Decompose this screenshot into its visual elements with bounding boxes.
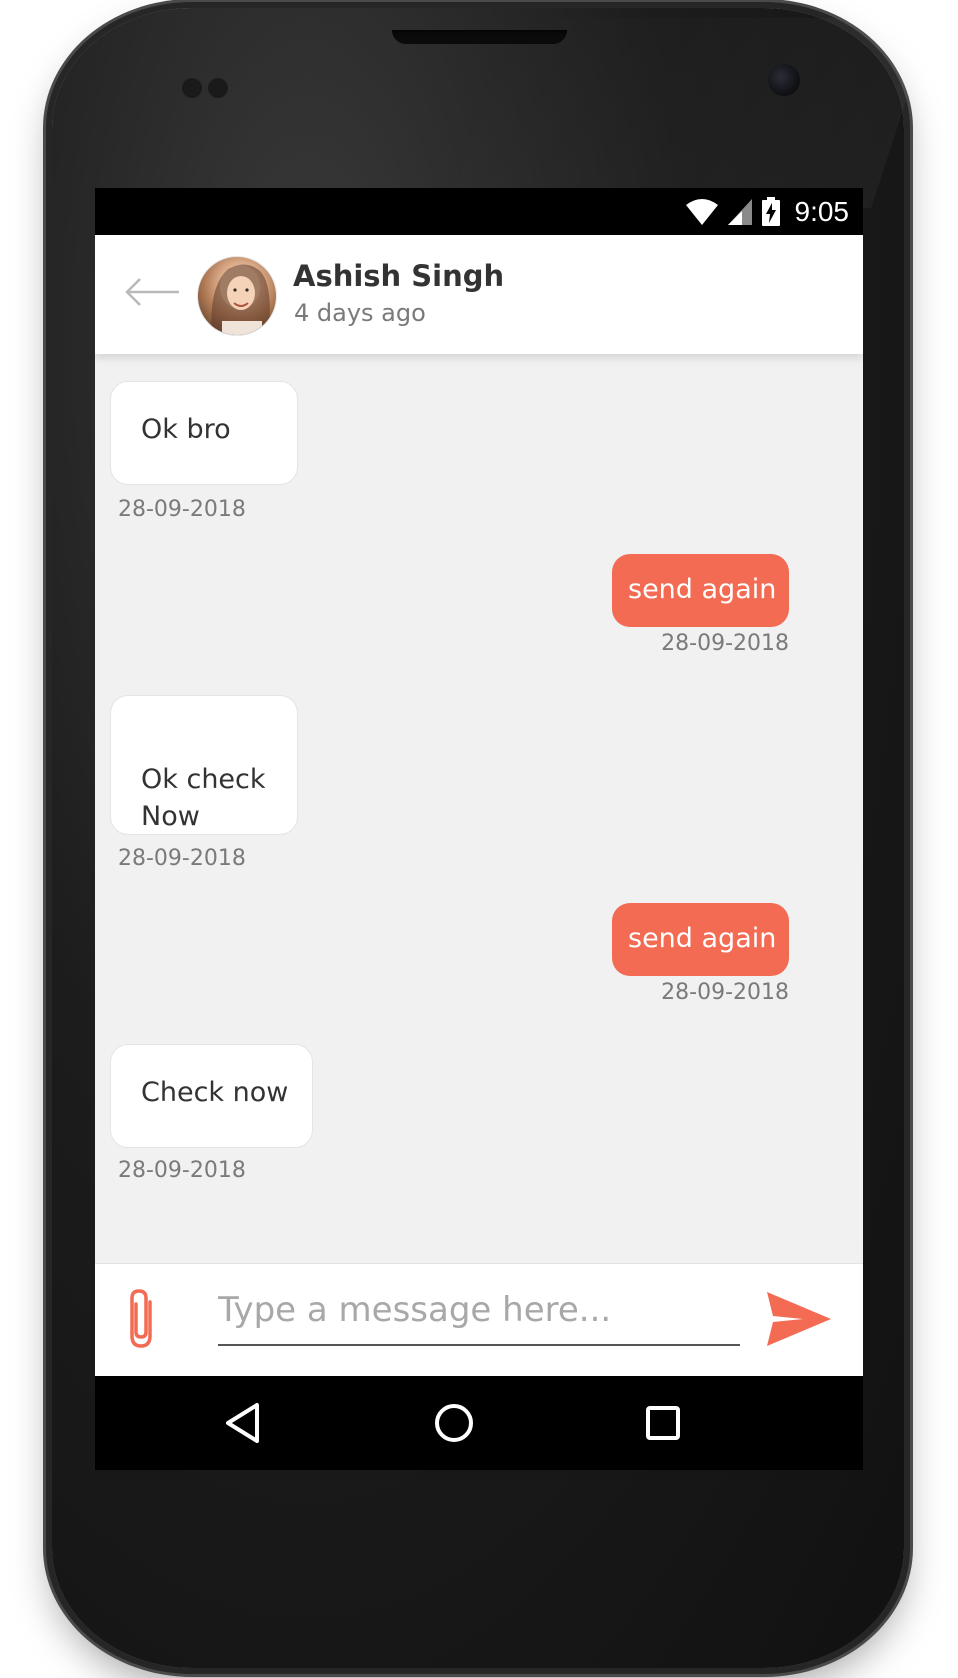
message-date: 28-09-2018 bbox=[118, 846, 246, 871]
message-date: 28-09-2018 bbox=[661, 631, 789, 656]
message-date: 28-09-2018 bbox=[118, 497, 246, 522]
battery-charging-icon bbox=[761, 197, 780, 226]
incoming-message-bubble[interactable]: Ok bro bbox=[110, 381, 298, 485]
message-text: send again bbox=[628, 923, 777, 954]
message-text: Check now bbox=[141, 1077, 289, 1108]
message-date: 28-09-2018 bbox=[661, 980, 789, 1005]
cell-signal-icon bbox=[727, 199, 752, 225]
message-date: 28-09-2018 bbox=[118, 1158, 246, 1183]
message-text: Ok bro bbox=[141, 414, 231, 445]
status-time: 9:05 bbox=[794, 196, 850, 227]
message-composer bbox=[95, 1263, 863, 1376]
nav-back-button[interactable] bbox=[219, 1398, 269, 1448]
status-bar: 9:05 bbox=[95, 188, 863, 235]
chat-header: Ashish Singh 4 days ago bbox=[95, 235, 863, 354]
outgoing-message-bubble[interactable]: send again bbox=[612, 903, 789, 976]
phone-gloss bbox=[451, 18, 933, 208]
message-list: Ok bro 28-09-2018 send again 28-09-2018 … bbox=[95, 354, 863, 1354]
incoming-message-bubble[interactable]: Check now bbox=[110, 1044, 313, 1148]
system-nav-bar bbox=[95, 1376, 863, 1470]
message-text: send again bbox=[628, 574, 777, 605]
front-camera bbox=[768, 64, 800, 96]
screen: 9:05 Ashish Singh 4 days ago Ok bro 28-0… bbox=[95, 188, 863, 1470]
earpiece-speaker bbox=[392, 30, 567, 44]
last-seen-status: 4 days ago bbox=[294, 299, 426, 327]
contact-avatar bbox=[211, 264, 270, 335]
back-button[interactable] bbox=[123, 275, 183, 309]
status-icons: 9:05 bbox=[685, 196, 850, 228]
message-input[interactable] bbox=[218, 1282, 740, 1346]
contact-name: Ashish Singh bbox=[293, 259, 505, 293]
paperclip-icon bbox=[130, 1289, 152, 1348]
recents-square-icon bbox=[646, 1406, 680, 1440]
nav-home-button[interactable] bbox=[429, 1398, 479, 1448]
arrow-left-icon bbox=[125, 278, 179, 306]
message-text: Ok check Now bbox=[141, 764, 266, 832]
wifi-icon bbox=[685, 199, 718, 225]
outgoing-message-bubble[interactable]: send again bbox=[612, 554, 789, 627]
avatar[interactable] bbox=[197, 256, 277, 336]
home-circle-icon bbox=[435, 1404, 473, 1442]
incoming-message-bubble[interactable]: Ok check Now bbox=[110, 695, 298, 835]
nav-recents-button[interactable] bbox=[638, 1398, 688, 1448]
send-icon bbox=[767, 1292, 831, 1346]
send-button[interactable] bbox=[763, 1288, 835, 1350]
back-triangle-icon bbox=[226, 1403, 259, 1443]
proximity-sensor bbox=[182, 78, 242, 98]
attach-button[interactable] bbox=[119, 1284, 169, 1354]
